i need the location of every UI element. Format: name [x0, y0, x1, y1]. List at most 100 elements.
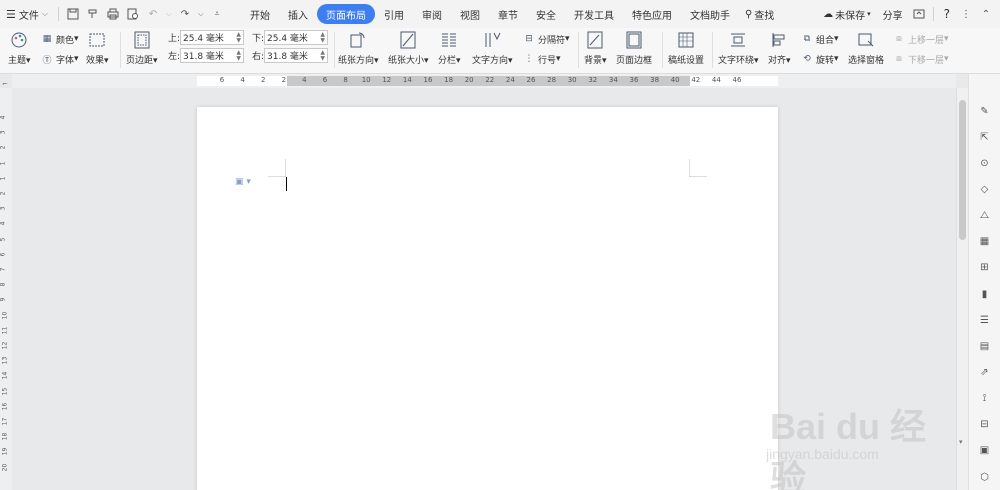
tab-home[interactable]: 开始 [241, 4, 279, 24]
tab-stop-icon[interactable]: ⌐ [2, 80, 8, 88]
top-margin-spinner[interactable]: 上: 25.4 毫米 ▲ ▼ [168, 30, 244, 45]
ruler-tick-label: 5 [0, 237, 7, 242]
export-icon[interactable]: ⇗ [969, 359, 1000, 385]
ruler-tick-label: 4 [0, 115, 7, 120]
spin-arrows-icon[interactable]: ▲ ▼ [236, 49, 241, 62]
bring-forward-icon: ⧈ [896, 34, 902, 44]
send-backward-button[interactable]: ⧈ 下移一层 ▾ [892, 52, 948, 66]
scroll-down-icon[interactable]: ▾ [959, 438, 963, 446]
scrollbar-thumb[interactable] [959, 100, 966, 240]
ruler-tick-label: 28 [547, 76, 557, 84]
chart-icon[interactable]: ▮ [969, 281, 1000, 307]
manuscript-button[interactable]: 稿纸设置 [668, 30, 704, 66]
tab-security[interactable]: 安全 [527, 4, 565, 24]
customize-quick-access-icon[interactable]: ⩡ [209, 6, 225, 22]
archive-icon[interactable]: ⊟ [969, 412, 1000, 438]
tab-references[interactable]: 引用 [375, 4, 413, 24]
tab-view[interactable]: 视图 [451, 4, 489, 24]
theme-button[interactable]: 主题▾ [8, 30, 31, 66]
tab-insert[interactable]: 插入 [279, 4, 317, 24]
tab-developer[interactable]: 开发工具 [565, 4, 623, 24]
spin-arrows-icon[interactable]: ▲ ▼ [320, 31, 325, 44]
tab-page-layout[interactable]: 页面布局 [316, 4, 375, 24]
paper-size-button[interactable]: 纸张大小▾ [388, 30, 429, 66]
settings-sliders-icon[interactable]: ☰ [969, 307, 1000, 333]
search-button[interactable]: ⚲ 查找 [739, 0, 780, 28]
unsaved-status[interactable]: ☁ 未保存 ▾ [817, 0, 877, 28]
ruler-tick-label: 44 [711, 76, 721, 84]
paste-options-icon[interactable]: ▣ ▾ [235, 177, 251, 187]
line-number-button[interactable]: ⋮ 行号 ▾ [522, 52, 561, 66]
shield-icon[interactable]: ⬡ [969, 464, 1000, 490]
align-button[interactable]: 对齐▾ [768, 30, 791, 66]
tab-section[interactable]: 章节 [489, 4, 527, 24]
horizontal-ruler[interactable]: 6 4 2 2 4 6 8 10 12 14 16 18 20 22 24 26 28 30 32 34 36 38 40 4… [12, 74, 956, 88]
table-icon[interactable]: ▦ [969, 229, 1000, 255]
print-preview-icon[interactable] [125, 6, 141, 22]
top-margin-value[interactable]: 25.4 毫米 [183, 31, 224, 44]
spin-arrows-icon[interactable]: ▲ ▼ [236, 31, 241, 44]
right-margin-value[interactable]: 31.8 毫米 [267, 49, 308, 62]
page-border-button[interactable]: 页面边框 [616, 30, 652, 66]
separator-button[interactable]: ⊟ 分隔符 ▾ [522, 32, 569, 46]
format-painter-icon[interactable] [85, 6, 101, 22]
paper-size-label: 纸张大小 [388, 56, 425, 66]
margin-button[interactable]: 页边距▾ [126, 30, 158, 66]
background-label: 背景 [584, 56, 603, 66]
more-icon[interactable]: ⋮ [958, 6, 974, 22]
spin-arrows-icon[interactable]: ▲ ▼ [320, 49, 325, 62]
image-icon[interactable]: ▣ [969, 438, 1000, 464]
doc-tools-icon[interactable]: ▤ [969, 333, 1000, 359]
send-backward-icon: ⧈ [896, 54, 902, 64]
bring-forward-button[interactable]: ⧈ 上移一层 ▾ [892, 32, 948, 46]
undo-icon[interactable]: ↶ [145, 6, 161, 22]
document-page[interactable]: ▣ ▾ [197, 107, 778, 490]
separator-label: 分隔符 [538, 35, 566, 46]
location-icon[interactable]: ⊙ [969, 150, 1000, 176]
style-icon[interactable]: ⧍ [969, 203, 1000, 229]
font-button[interactable]: Ⓣ 字体 ▾ [40, 52, 78, 66]
columns-button[interactable]: 分栏▾ [438, 30, 461, 66]
ruler-tick-label: 8 [343, 76, 348, 84]
share-button[interactable]: 分享 [877, 0, 909, 28]
ruler-tick-label: 8 [0, 282, 7, 287]
left-margin-spinner[interactable]: 左: 31.8 毫米 ▲ ▼ [168, 48, 244, 63]
selection-pane-button[interactable]: 选择窗格 [848, 30, 884, 66]
undo-dropdown-icon[interactable]: ⌵ [165, 6, 173, 22]
left-margin-value[interactable]: 31.8 毫米 [183, 49, 224, 62]
bottom-margin-value[interactable]: 25.4 毫米 [267, 31, 308, 44]
tab-features[interactable]: 特色应用 [623, 4, 681, 24]
color-button[interactable]: ▦ 颜色 ▾ [40, 32, 79, 46]
baidu-watermark: Bai du 经验 jingyan.baidu.com [760, 384, 950, 490]
tab-review[interactable]: 审阅 [413, 4, 451, 24]
text-cursor [286, 177, 287, 191]
ruler-tick-label: 11 [1, 326, 9, 335]
group-button[interactable]: ⧉ 组合 ▾ [800, 32, 839, 46]
background-button[interactable]: 背景▾ [584, 30, 607, 66]
bottom-margin-spinner[interactable]: 下: 25.4 毫米 ▲ ▼ [252, 30, 328, 45]
rotate-button[interactable]: ⟲ 旋转 ▾ [800, 52, 838, 66]
shapes-icon[interactable]: ◇ [969, 176, 1000, 202]
redo-dropdown-icon[interactable]: ⌵ [197, 6, 205, 22]
print-icon[interactable] [105, 6, 121, 22]
vertical-scrollbar[interactable]: ▾ [956, 88, 968, 490]
rotate-icon: ⟲ [803, 54, 811, 64]
right-margin-spinner[interactable]: 右: 31.8 毫米 ▲ ▼ [252, 48, 328, 63]
text-wrap-button[interactable]: 文字环绕▾ [718, 30, 759, 66]
tab-doc-assistant[interactable]: 文档助手 [681, 4, 739, 24]
help-button[interactable]: ? [938, 0, 956, 28]
orientation-button[interactable]: 纸张方向▾ [338, 30, 379, 66]
effect-button[interactable]: 效果▾ [86, 30, 109, 66]
vertical-ruler[interactable]: 4 3 2 1 1 2 3 4 5 6 7 8 9 10 11 12 13 14 15 16 17 18 19 20 [0, 88, 12, 490]
pen-icon[interactable]: ✎ [969, 98, 1000, 124]
pointer-icon[interactable]: ⇱ [969, 124, 1000, 150]
chevron-up-icon[interactable]: ⌃ [978, 6, 994, 22]
ruler-tick-label: 18 [444, 76, 454, 84]
share-nodes-icon[interactable]: ⟟ [969, 386, 1000, 412]
text-direction-button[interactable]: 文字方向▾ [472, 30, 513, 66]
save-icon[interactable] [65, 6, 81, 22]
apps-icon[interactable]: ⊞ [969, 255, 1000, 281]
collapse-ribbon-icon[interactable] [911, 6, 927, 22]
redo-icon[interactable]: ↷ [177, 6, 193, 22]
file-menu[interactable]: ☰ 文件 ⌵ [0, 0, 54, 28]
